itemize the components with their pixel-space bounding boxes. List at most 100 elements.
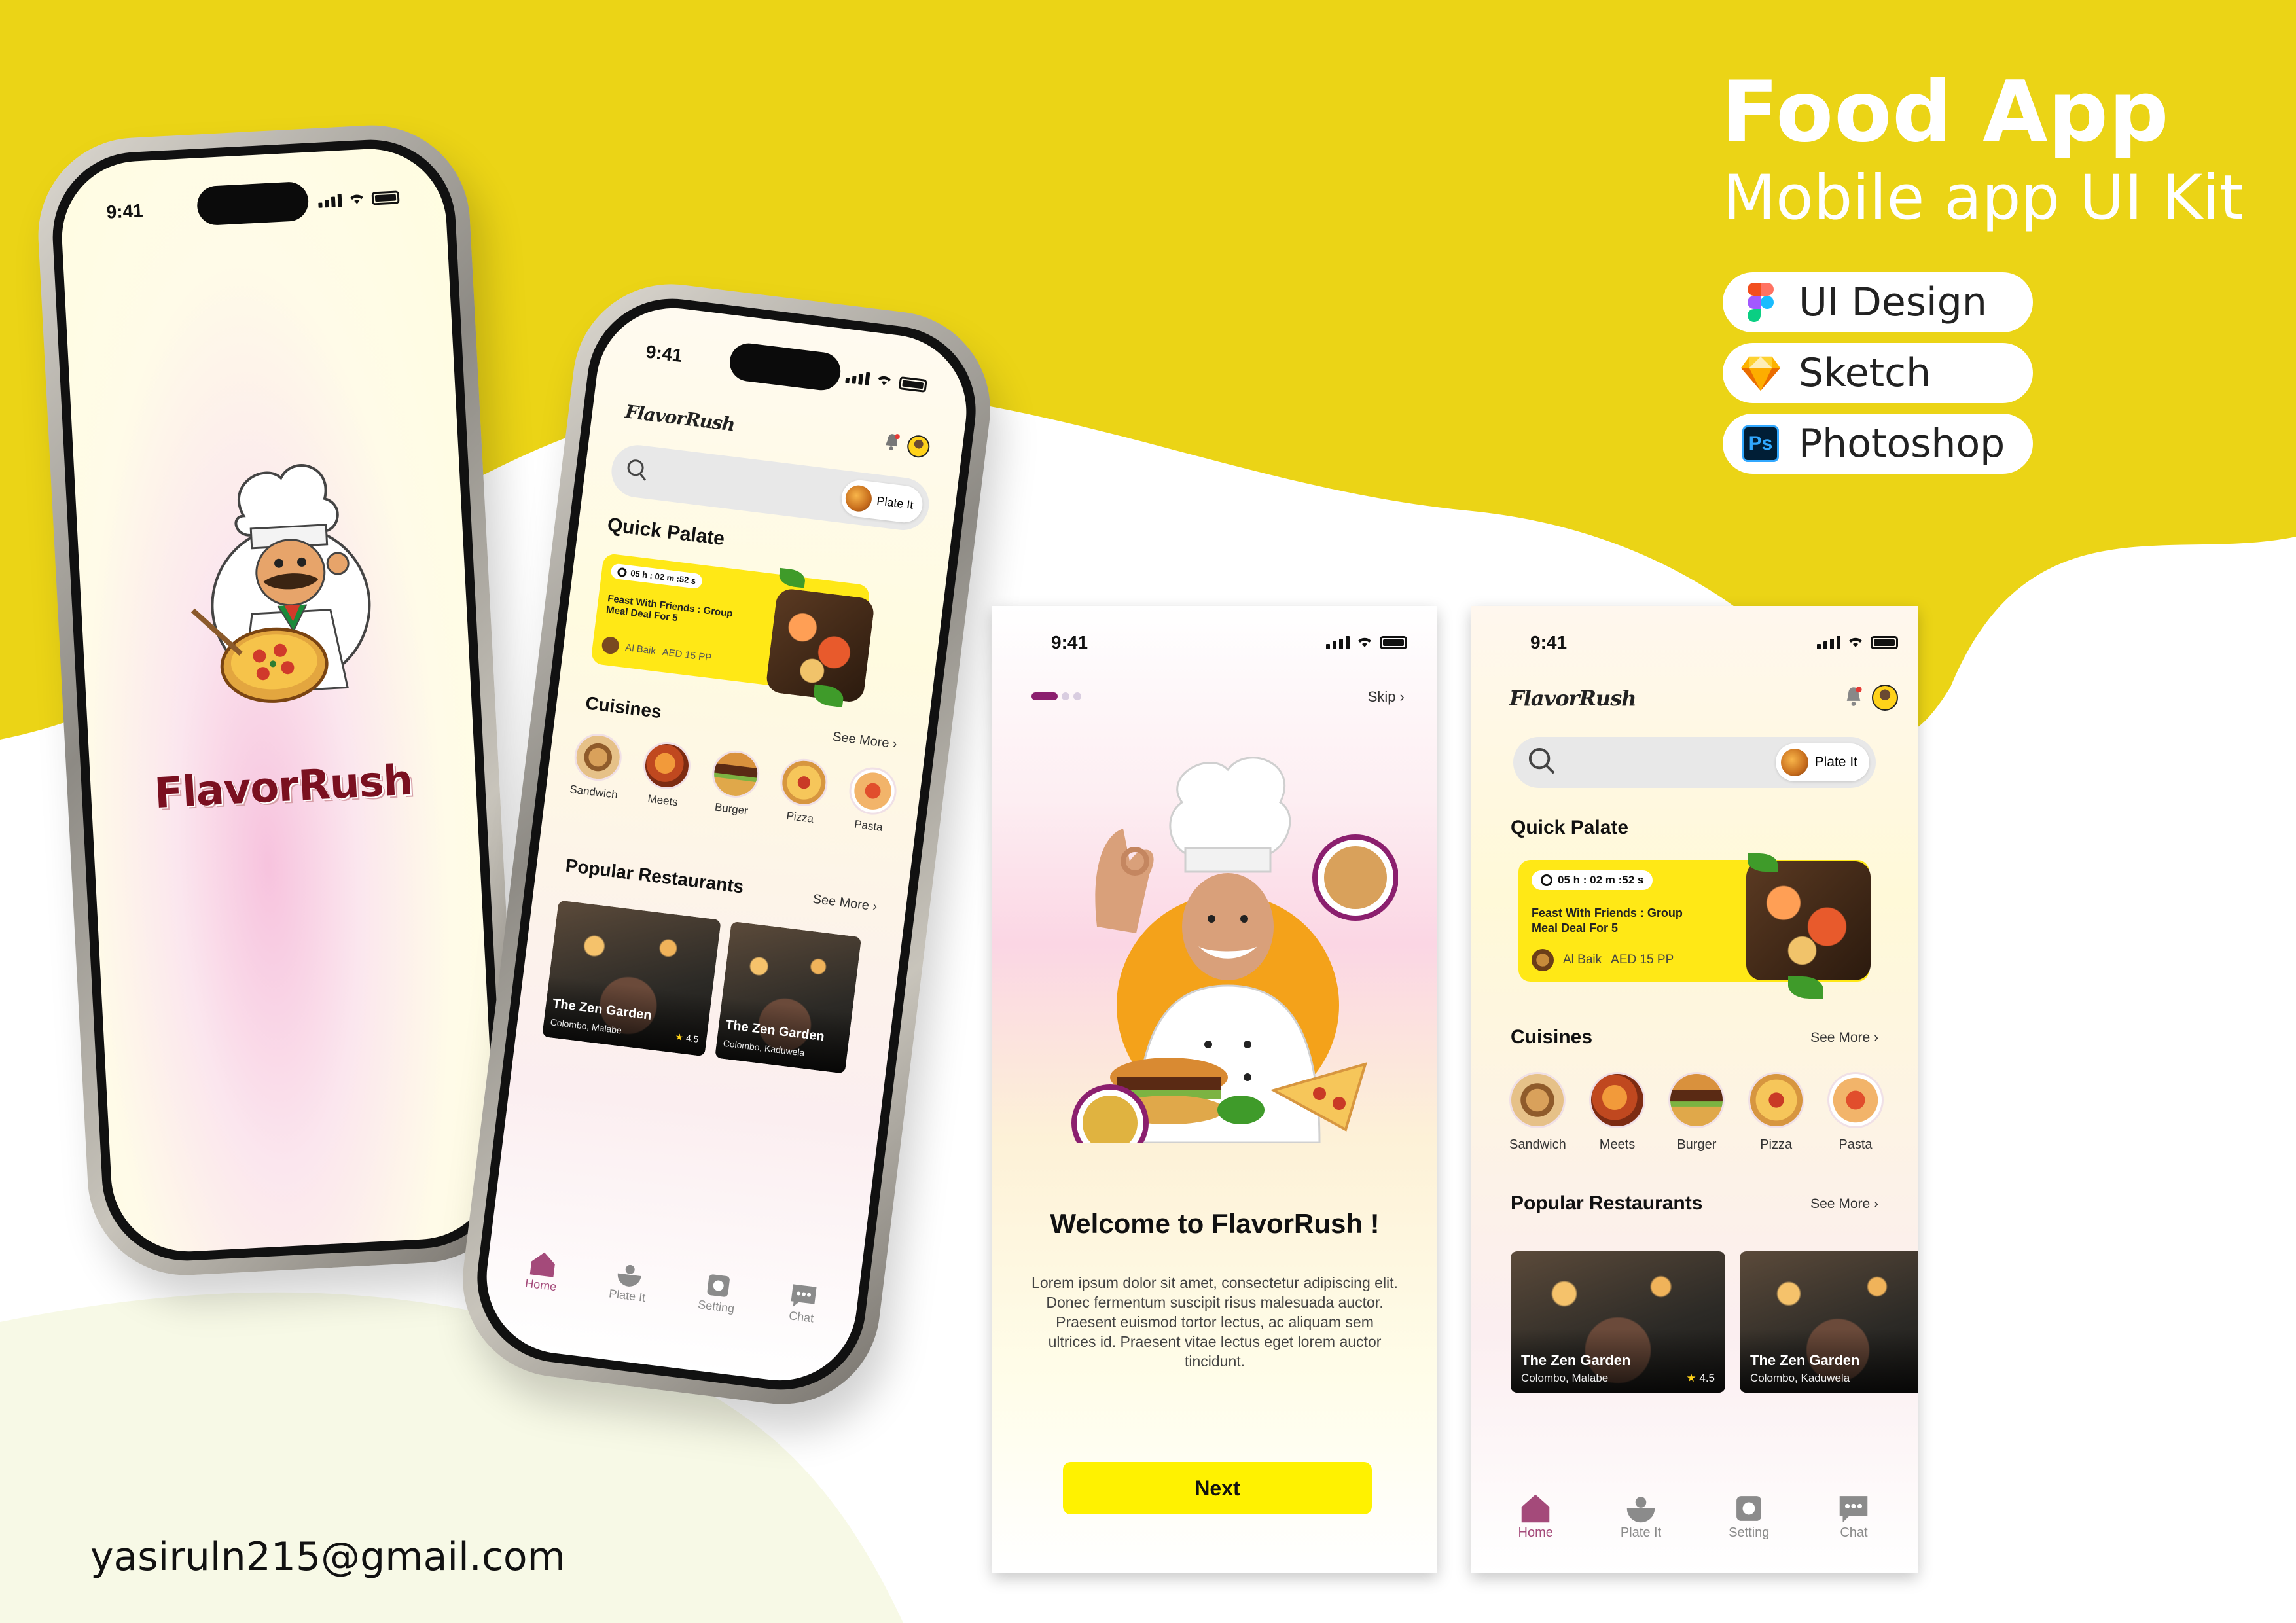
restaurant-logo — [1532, 949, 1554, 971]
wifi-icon — [874, 370, 894, 393]
page-title: Food App — [1721, 63, 2170, 161]
cuisine-image — [1748, 1072, 1804, 1128]
restaurant-card[interactable]: The Zen Garden Colombo, Kaduwela — [1740, 1251, 1918, 1393]
home-icon — [528, 1248, 560, 1280]
cuisines-title: Cuisines — [584, 692, 663, 722]
cuisine-sandwich[interactable]: Sandwich — [569, 730, 624, 802]
quick-palate-title: Quick Palate — [1511, 817, 1629, 838]
cuisine-image — [846, 764, 899, 817]
battery-icon — [1380, 636, 1407, 649]
popular-title: Popular Restaurants — [1511, 1192, 1703, 1214]
status-bar: 9:41 — [1530, 632, 1898, 653]
signal-icon — [1817, 636, 1840, 649]
quick-palate-card[interactable]: 05 h : 02 m :52 s Feast With Friends : G… — [1518, 853, 1871, 999]
plate-it-chip[interactable]: Plate It — [1775, 743, 1869, 781]
cuisine-image — [709, 747, 762, 801]
cuisine-pizza[interactable]: Pizza — [776, 756, 831, 827]
chef-hero-illustration — [1071, 757, 1398, 1143]
search-bar[interactable]: Plate It — [1513, 737, 1876, 788]
deal-description: Feast With Friends : Group Meal Deal For… — [1532, 906, 1683, 935]
skip-button[interactable]: Skip › — [1368, 688, 1405, 705]
battery-icon — [1871, 636, 1898, 649]
quick-palate-title: Quick Palate — [606, 514, 726, 550]
tab-chat[interactable]: Chat — [786, 1280, 820, 1326]
cuisine-meets[interactable]: Meets — [1589, 1072, 1646, 1152]
progress-dot — [1073, 692, 1081, 700]
bell-icon[interactable] — [883, 431, 901, 455]
cuisines-see-more[interactable]: See More › — [1810, 1030, 1878, 1046]
status-icons — [845, 366, 928, 397]
welcome-title: Welcome to FlavorRush ! — [1050, 1208, 1380, 1239]
avatar[interactable] — [906, 434, 931, 459]
cuisine-burger[interactable]: Burger — [707, 747, 762, 819]
tab-plate-it[interactable]: Plate It — [608, 1258, 650, 1305]
tab-chat[interactable]: Chat — [1837, 1491, 1871, 1541]
cuisine-meets[interactable]: Meets — [639, 739, 694, 810]
tool-label: Sketch — [1799, 350, 1931, 396]
cuisine-image — [1589, 1072, 1646, 1128]
plate-dish-icon — [1780, 749, 1808, 776]
battery-icon — [898, 376, 927, 393]
gear-icon — [1732, 1491, 1766, 1525]
splash-screen: 9:41 FlavorRush — [58, 145, 500, 1256]
restaurant-location: Colombo, Malabe — [1521, 1372, 1609, 1384]
tool-pill-photoshop: Ps Photoshop — [1723, 414, 2033, 474]
contact-email: yasiruln215@gmail.com — [90, 1534, 565, 1580]
status-time: 9:41 — [105, 200, 144, 223]
deal-price: AED 15 PP — [661, 646, 713, 664]
quick-palate-card[interactable]: 05 h : 02 m :52 s Feast With Friends : G… — [590, 552, 876, 707]
chat-icon — [788, 1280, 820, 1312]
restaurant-name: The Zen Garden — [1750, 1352, 1860, 1368]
tab-home[interactable]: Home — [524, 1248, 561, 1294]
cuisine-pizza[interactable]: Pizza — [1748, 1072, 1804, 1152]
tool-label: UI Design — [1799, 279, 1987, 325]
restaurant-card[interactable]: The Zen Garden Colombo, Malabe ★ 4.5 — [1511, 1251, 1725, 1393]
plate-icon — [1624, 1491, 1658, 1525]
chef-mascot-illustration — [190, 464, 371, 703]
tab-setting[interactable]: Setting — [1729, 1491, 1769, 1541]
app-logo: FlavorRush — [624, 401, 736, 436]
progress-dot — [1062, 692, 1069, 700]
welcome-body: Lorem ipsum dolor sit amet, consectetur … — [1031, 1274, 1398, 1370]
next-button[interactable]: Next — [1063, 1462, 1372, 1514]
wifi-icon — [1356, 632, 1373, 653]
plate-it-chip[interactable]: Plate It — [839, 478, 925, 525]
tab-bar: Home Plate It Setting Chat — [1484, 1491, 1905, 1541]
popular-see-more[interactable]: See More › — [812, 892, 878, 915]
deal-timer: 05 h : 02 m :52 s — [610, 563, 704, 590]
avatar[interactable] — [1872, 685, 1898, 711]
deal-timer-text: 05 h : 02 m :52 s — [1558, 874, 1644, 886]
wifi-icon — [348, 188, 366, 210]
chat-icon — [1837, 1491, 1871, 1525]
restaurant-card[interactable]: The Zen Garden Colombo, Malabe ★ 4.5 — [542, 900, 721, 1057]
deal-description: Feast With Friends : Group Meal Deal For… — [605, 593, 734, 624]
tab-home[interactable]: Home — [1518, 1491, 1553, 1541]
popular-see-more[interactable]: See More › — [1810, 1196, 1878, 1212]
tab-setting[interactable]: Setting — [697, 1269, 739, 1315]
deal-price: AED 15 PP — [1611, 953, 1674, 967]
sketch-icon — [1741, 353, 1780, 393]
deal-food-image — [1746, 861, 1871, 980]
status-time: 9:41 — [644, 341, 684, 366]
wifi-icon — [1847, 632, 1864, 653]
basil-leaf — [778, 567, 806, 588]
cuisine-pasta[interactable]: Pasta — [1827, 1072, 1884, 1152]
photoshop-badge: Ps — [1742, 425, 1779, 462]
progress-dot-active — [1031, 692, 1058, 700]
tool-pill-sketch: Sketch — [1723, 343, 2033, 403]
cuisine-sandwich[interactable]: Sandwich — [1509, 1072, 1566, 1152]
status-time: 9:41 — [1530, 632, 1568, 652]
popular-title: Popular Restaurants — [564, 855, 745, 897]
deal-timer: 05 h : 02 m :52 s — [1532, 870, 1653, 890]
cuisines-see-more[interactable]: See More › — [832, 730, 898, 753]
restaurant-name: The Zen Garden — [1521, 1352, 1631, 1368]
bell-icon[interactable] — [1844, 686, 1863, 710]
cuisine-list: Sandwich Meets Burger Pizza Pasta — [1509, 1072, 1884, 1152]
cuisine-pasta[interactable]: Pasta — [844, 764, 899, 836]
tool-pill-ui-design: UI Design — [1723, 272, 2033, 332]
cuisine-burger[interactable]: Burger — [1668, 1072, 1725, 1152]
tab-plate-it[interactable]: Plate It — [1621, 1491, 1661, 1541]
deal-restaurant: Al Baik — [1563, 953, 1602, 967]
star-icon: ★ — [1686, 1372, 1696, 1384]
restaurant-card[interactable]: The Zen Garden Colombo, Kaduwela — [715, 921, 862, 1074]
